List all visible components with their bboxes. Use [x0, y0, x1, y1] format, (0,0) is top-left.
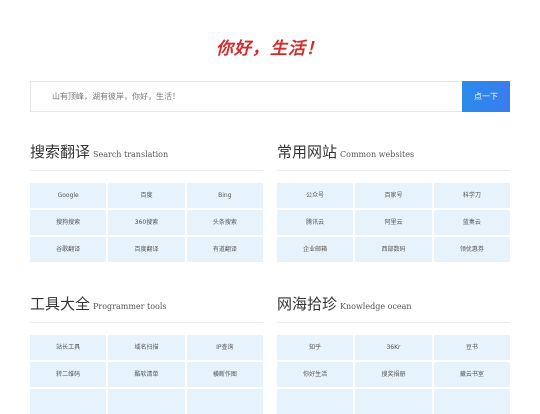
section-common-websites: 常用网站 Common websites 公众号 百家号 科学刀 腾讯云 阿里云 …: [277, 140, 510, 262]
link-item[interactable]: 藏云书室: [433, 362, 510, 387]
section-title-sub: Search translation: [93, 150, 169, 159]
section-title-sub: Common websites: [340, 150, 415, 159]
section-knowledge-ocean: 网海拾珍 Knowledge ocean 知乎 36Kr 豆书 你好生活 搜奖捐册…: [277, 292, 510, 414]
link-item[interactable]: 百度: [108, 183, 185, 208]
section-title-main: 搜索翻译: [30, 143, 91, 161]
section-title-main: 工具大全: [30, 295, 91, 313]
link-item[interactable]: 西部数码: [355, 237, 432, 262]
section-title: 常用网站 Common websites: [277, 140, 510, 171]
search-input[interactable]: [31, 82, 463, 111]
link-item[interactable]: 谷歌翻译: [30, 237, 107, 262]
link-item[interactable]: 酷软清单: [108, 362, 185, 387]
link-item[interactable]: 科学刀: [433, 183, 510, 208]
link-item[interactable]: 站长工具: [30, 335, 107, 360]
search-bar: 点一下: [30, 81, 510, 112]
link-item[interactable]: 转二维码: [30, 362, 107, 387]
link-grid: 知乎 36Kr 豆书 你好生活 搜奖捐册 藏云书室: [277, 335, 510, 414]
link-item[interactable]: Google: [30, 183, 107, 208]
link-item[interactable]: 豆书: [433, 335, 510, 360]
link-item[interactable]: [433, 389, 510, 414]
section-title-sub: Programmer tools: [93, 302, 167, 311]
section-title-main: 常用网站: [277, 143, 338, 161]
site-logo: 你好，生活！: [216, 39, 324, 59]
link-item[interactable]: Bing: [186, 183, 263, 208]
link-item[interactable]: 头条搜索: [186, 210, 263, 235]
link-item[interactable]: 蓝奏云: [433, 210, 510, 235]
link-item[interactable]: IP查询: [186, 335, 263, 360]
link-item[interactable]: 领优惠券: [433, 237, 510, 262]
link-item[interactable]: 公众号: [277, 183, 354, 208]
link-item[interactable]: 搜狗搜索: [30, 210, 107, 235]
link-item[interactable]: 阿里云: [355, 210, 432, 235]
link-item[interactable]: 360搜索: [108, 210, 185, 235]
link-item[interactable]: 有道翻译: [186, 237, 263, 262]
link-item[interactable]: [355, 389, 432, 414]
link-item[interactable]: 横断作图: [186, 362, 263, 387]
link-item[interactable]: 百家号: [355, 183, 432, 208]
link-item[interactable]: 企业邮箱: [277, 237, 354, 262]
section-title: 搜索翻译 Search translation: [30, 140, 263, 171]
link-item[interactable]: 搜奖捐册: [355, 362, 432, 387]
link-item[interactable]: 百度翻译: [108, 237, 185, 262]
link-item[interactable]: 你好生活: [277, 362, 354, 387]
section-title: 网海拾珍 Knowledge ocean: [277, 292, 510, 323]
link-item[interactable]: [277, 389, 354, 414]
link-item[interactable]: 36Kr: [355, 335, 432, 360]
link-item[interactable]: 域名扫描: [108, 335, 185, 360]
link-item[interactable]: [186, 389, 263, 414]
section-programmer-tools: 工具大全 Programmer tools 站长工具 域名扫描 IP查询 转二维码…: [30, 292, 263, 414]
link-item[interactable]: [108, 389, 185, 414]
link-item[interactable]: [30, 389, 107, 414]
link-item[interactable]: 腾讯云: [277, 210, 354, 235]
section-title-sub: Knowledge ocean: [340, 302, 412, 311]
link-grid: 站长工具 域名扫描 IP查询 转二维码 酷软清单 横断作图: [30, 335, 263, 414]
search-button[interactable]: 点一下: [462, 81, 510, 112]
section-title: 工具大全 Programmer tools: [30, 292, 263, 323]
link-grid: 公众号 百家号 科学刀 腾讯云 阿里云 蓝奏云 企业邮箱 西部数码 领优惠券: [277, 183, 510, 262]
link-grid: Google 百度 Bing 搜狗搜索 360搜索 头条搜索 谷歌翻译 百度翻译…: [30, 183, 263, 262]
section-search-translation: 搜索翻译 Search translation Google 百度 Bing 搜狗…: [30, 140, 263, 262]
section-title-main: 网海拾珍: [277, 295, 338, 313]
link-item[interactable]: 知乎: [277, 335, 354, 360]
